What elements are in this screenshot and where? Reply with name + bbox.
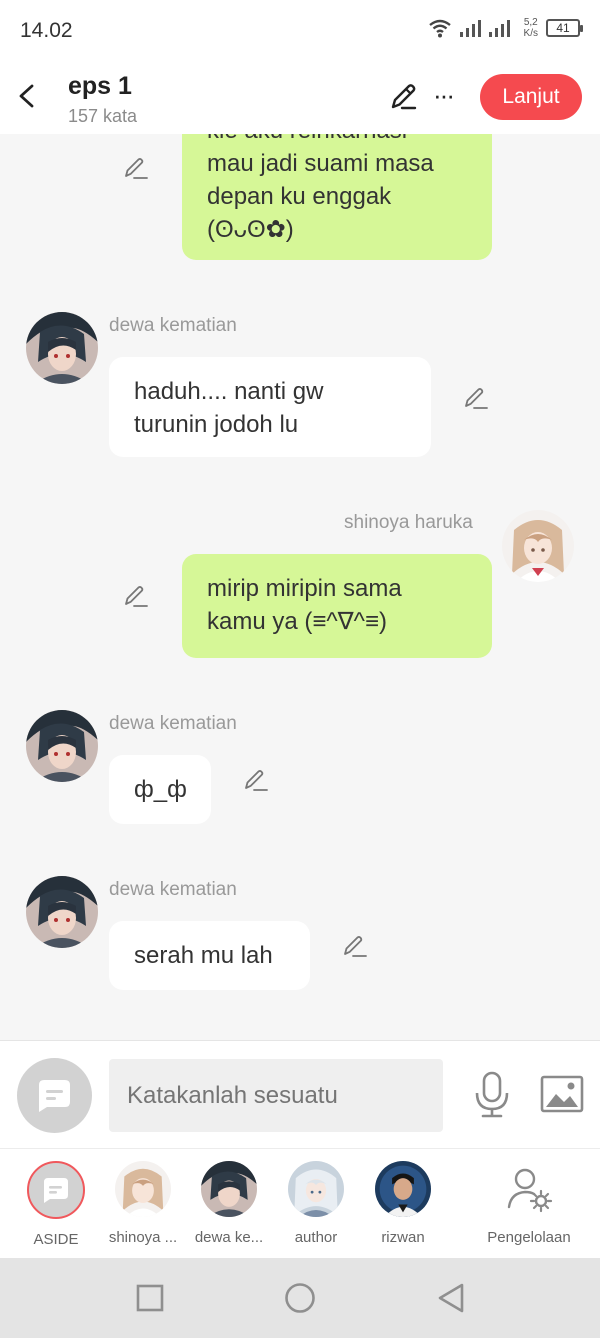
aside-icon bbox=[39, 1080, 70, 1112]
aside-button[interactable] bbox=[17, 1058, 92, 1133]
character-dewa[interactable]: dewa ke... bbox=[186, 1161, 272, 1246]
avatar bbox=[288, 1161, 344, 1217]
top-header: eps 1 157 kata ··· Lanjut bbox=[0, 60, 600, 134]
image-icon[interactable] bbox=[540, 1074, 584, 1114]
aside-avatar bbox=[27, 1161, 85, 1219]
character-label: ASIDE bbox=[33, 1231, 79, 1248]
aside-icon bbox=[44, 1178, 68, 1203]
message-line: kle aku reinkarnasi bbox=[207, 134, 467, 147]
status-icons: 5,2 K/s 41 bbox=[428, 17, 583, 39]
character-label: rizwan bbox=[381, 1229, 425, 1246]
battery-level: 41 bbox=[556, 21, 570, 35]
edit-icon[interactable] bbox=[123, 156, 149, 182]
message-bubble[interactable]: ф_ф bbox=[109, 755, 211, 824]
message-line: turunin jodoh lu bbox=[134, 411, 299, 438]
message-line: serah mu lah bbox=[134, 942, 273, 969]
message-bubble[interactable]: haduh.... nanti gw turunin jodoh lu bbox=[109, 357, 431, 457]
message-line: mau jadi suami masa bbox=[207, 150, 434, 177]
message-bubble[interactable]: mirip miripin sama kamu ya (≡^∇^≡) bbox=[182, 554, 492, 658]
message-line: (ʘᴗʘ✿) bbox=[207, 216, 294, 243]
mic-icon[interactable] bbox=[472, 1071, 512, 1119]
character-shinoya[interactable]: shinoya ... bbox=[100, 1161, 186, 1246]
square-icon[interactable] bbox=[136, 1284, 164, 1312]
back-icon[interactable] bbox=[14, 80, 40, 112]
wifi-icon bbox=[428, 19, 451, 38]
avatar bbox=[201, 1161, 257, 1217]
circle-icon[interactable] bbox=[284, 1282, 316, 1314]
edit-icon[interactable] bbox=[123, 584, 149, 610]
next-button[interactable]: Lanjut bbox=[480, 74, 582, 120]
character-label: shinoya ... bbox=[108, 1229, 178, 1246]
avatar-dewa-kematian[interactable] bbox=[26, 312, 98, 384]
word-count: 157 kata bbox=[68, 106, 138, 126]
battery-icon: 41 bbox=[546, 19, 583, 37]
character-aside[interactable]: ASIDE bbox=[13, 1161, 99, 1248]
character-author[interactable]: author bbox=[273, 1161, 359, 1246]
avatar-dewa-kematian[interactable] bbox=[26, 710, 98, 782]
speed-unit: K/s bbox=[523, 28, 538, 39]
episode-title: eps 1 bbox=[68, 72, 132, 100]
status-time: 14.02 bbox=[20, 19, 73, 42]
input-bar bbox=[0, 1040, 600, 1148]
message-line: haduh.... nanti gw bbox=[134, 378, 324, 405]
avatar-shinoya-haruka[interactable] bbox=[502, 510, 574, 582]
message-line: kamu ya (≡^∇^≡) bbox=[207, 608, 387, 635]
character-label: author bbox=[294, 1229, 338, 1246]
character-bar: ASIDE shinoya ... dewa ke... author rizw… bbox=[0, 1148, 600, 1258]
system-nav-bar bbox=[0, 1258, 600, 1338]
sender-name: shinoya haruka bbox=[344, 512, 473, 533]
avatar bbox=[375, 1161, 431, 1217]
network-speed: 5,2 K/s bbox=[524, 17, 538, 39]
edit-icon[interactable] bbox=[463, 386, 489, 412]
manage-icon bbox=[501, 1161, 557, 1217]
character-label: Pengelolaan bbox=[487, 1229, 571, 1246]
character-rizwan[interactable]: rizwan bbox=[360, 1161, 446, 1246]
character-label: dewa ke... bbox=[194, 1229, 264, 1246]
edit-icon[interactable] bbox=[243, 768, 269, 794]
message-line: ф_ф bbox=[134, 776, 187, 803]
pen-icon[interactable] bbox=[388, 82, 418, 112]
message-line: mirip miripin sama bbox=[207, 575, 402, 602]
avatar bbox=[115, 1161, 171, 1217]
more-icon[interactable]: ··· bbox=[433, 80, 455, 110]
edit-icon[interactable] bbox=[342, 934, 368, 960]
chat-area[interactable]: kle aku reinkarnasi mau jadi suami masa … bbox=[0, 134, 600, 1040]
status-bar: 14.02 5,2 K/s 41 bbox=[0, 0, 600, 60]
sender-name: dewa kematian bbox=[109, 713, 237, 734]
message-input[interactable] bbox=[109, 1059, 443, 1132]
manage-button[interactable]: Pengelolaan bbox=[480, 1161, 578, 1246]
speed-value: 5,2 bbox=[523, 17, 538, 28]
avatar-dewa-kematian[interactable] bbox=[26, 876, 98, 948]
sender-name: dewa kematian bbox=[109, 879, 237, 900]
message-line: depan ku enggak bbox=[207, 183, 392, 210]
message-bubble[interactable]: serah mu lah bbox=[109, 921, 310, 990]
signal-icon bbox=[459, 20, 510, 37]
sender-name: dewa kematian bbox=[109, 315, 237, 336]
triangle-back-icon[interactable] bbox=[436, 1282, 466, 1314]
message-bubble[interactable]: kle aku reinkarnasi mau jadi suami masa … bbox=[182, 134, 492, 260]
